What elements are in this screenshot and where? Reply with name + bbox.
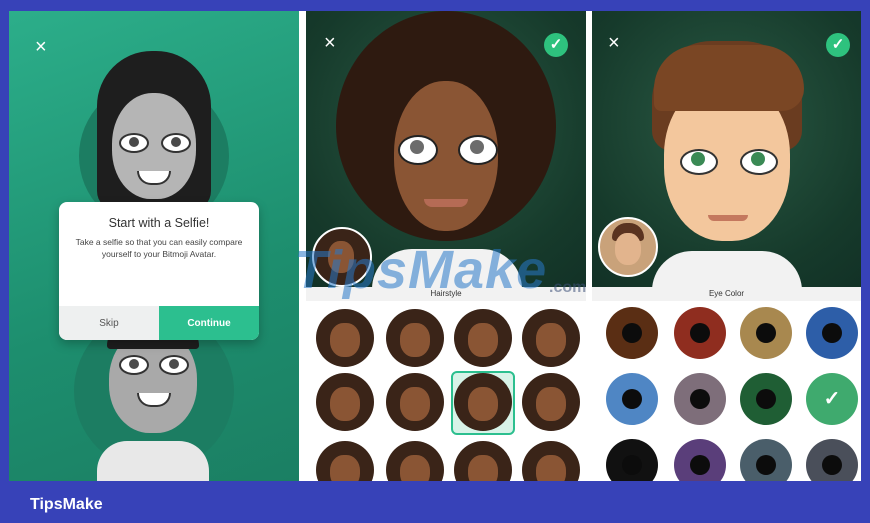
eye-color-swatch[interactable] (606, 439, 658, 481)
footer-bar: TipsMake (0, 481, 870, 523)
hairstyle-option[interactable] (386, 309, 444, 367)
hairstyle-option[interactable] (454, 309, 512, 367)
preview-iris-left-2 (691, 152, 705, 166)
eye-color-swatch[interactable] (806, 307, 858, 359)
eye-color-panel: × ✓ Eye Color ✓ (592, 11, 861, 481)
avatar-shirt (97, 441, 209, 481)
eye-color-section-title: Eye Color (592, 287, 861, 301)
preview-iris-right-2 (751, 152, 765, 166)
preview-iris-left (410, 140, 424, 154)
eye-color-swatch[interactable] (606, 307, 658, 359)
eye-color-swatch[interactable] (740, 439, 792, 481)
eye-color-swatch[interactable] (606, 373, 658, 425)
dialog-buttons: Skip Continue (59, 306, 259, 340)
confirm-check-icon[interactable]: ✓ (544, 33, 568, 57)
close-icon[interactable]: × (35, 37, 51, 57)
watermark-text: TipsMake (294, 240, 548, 300)
hairstyle-option[interactable] (386, 441, 444, 481)
avatar-eye-right-2 (159, 355, 189, 375)
preview-hair-top (654, 45, 804, 111)
selfie-dialog: Start with a Selfie! Take a selfie so th… (59, 202, 259, 340)
preview-mouth (424, 199, 468, 207)
dialog-body: Take a selfie so that you can easily com… (75, 237, 243, 259)
eye-color-swatch[interactable]: ✓ (806, 373, 858, 425)
avatar-preview-2: × ✓ (592, 11, 861, 289)
selfie-prompt-panel: × Start with a Selfie! Take a selfie so … (9, 11, 299, 481)
hairstyle-option[interactable] (316, 441, 374, 481)
eye-color-swatch[interactable] (674, 307, 726, 359)
preview-mouth-2 (708, 215, 748, 221)
continue-button[interactable]: Continue (159, 306, 259, 340)
avatar-eye-left-2 (119, 355, 149, 375)
screenshot-frame: × Start with a Selfie! Take a selfie so … (9, 11, 861, 481)
hairstyle-option[interactable] (386, 373, 444, 431)
hairstyle-option[interactable] (454, 441, 512, 481)
confirm-check-icon[interactable]: ✓ (826, 33, 850, 57)
eye-color-swatch[interactable] (740, 373, 792, 425)
preview-iris-right (470, 140, 484, 154)
hairstyle-option[interactable] (522, 441, 580, 481)
avatar-eye-left (119, 133, 149, 153)
skip-button[interactable]: Skip (59, 306, 159, 340)
eye-color-swatch[interactable] (740, 307, 792, 359)
selected-check-icon: ✓ (823, 388, 841, 410)
hairstyle-option[interactable] (522, 309, 580, 367)
close-icon[interactable]: × (608, 33, 624, 53)
selfie-thumbnail-2[interactable] (598, 217, 658, 277)
close-icon[interactable]: × (324, 33, 340, 53)
hairstyle-option[interactable] (522, 373, 580, 431)
footer-brand: TipsMake (30, 496, 103, 513)
eye-color-swatch[interactable] (674, 439, 726, 481)
hairstyle-option[interactable] (316, 373, 374, 431)
avatar-eye-right (161, 133, 191, 153)
eye-color-swatch[interactable] (674, 373, 726, 425)
eye-color-swatch[interactable] (806, 439, 858, 481)
hairstyle-option-selected[interactable] (454, 373, 512, 431)
hairstyle-option[interactable] (316, 309, 374, 367)
watermark-suffix: .com (549, 279, 587, 296)
preview-shirt-2 (652, 251, 802, 289)
dialog-title: Start with a Selfie! (108, 216, 210, 230)
